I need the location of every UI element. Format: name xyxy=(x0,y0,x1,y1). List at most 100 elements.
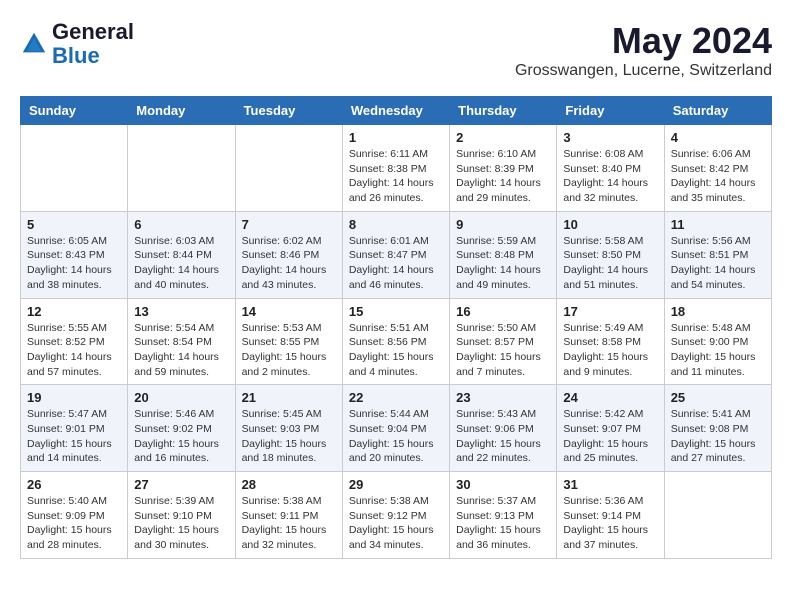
day-info: Sunrise: 5:38 AM Sunset: 9:12 PM Dayligh… xyxy=(349,494,443,553)
day-info: Sunrise: 6:01 AM Sunset: 8:47 PM Dayligh… xyxy=(349,234,443,293)
day-info: Sunrise: 5:58 AM Sunset: 8:50 PM Dayligh… xyxy=(563,234,657,293)
day-cell: 15 Sunrise: 5:51 AM Sunset: 8:56 PM Dayli… xyxy=(342,298,449,385)
day-number: 9 xyxy=(456,217,550,232)
day-cell: 13Sunrise: 5:54 AM Sunset: 8:54 PM Dayli… xyxy=(128,298,235,385)
logo-icon xyxy=(20,30,48,58)
day-cell: 27Sunrise: 5:39 AM Sunset: 9:10 PM Dayli… xyxy=(128,472,235,559)
col-header-tuesday: Tuesday xyxy=(235,97,342,125)
title-area: May 2024 Grosswangen, Lucerne, Switzerla… xyxy=(515,20,772,80)
day-info: Sunrise: 5:41 AM Sunset: 9:08 PM Dayligh… xyxy=(671,407,765,466)
calendar-table: SundayMondayTuesdayWednesdayThursdayFrid… xyxy=(20,96,772,559)
day-cell: 24 Sunrise: 5:42 AM Sunset: 9:07 PM Dayli… xyxy=(557,385,664,472)
day-info: Sunrise: 5:40 AM Sunset: 9:09 PM Dayligh… xyxy=(27,494,121,553)
day-info: Sunrise: 5:36 AM Sunset: 9:14 PM Dayligh… xyxy=(563,494,657,553)
day-cell: 25 Sunrise: 5:41 AM Sunset: 9:08 PM Dayli… xyxy=(664,385,771,472)
location-title: Grosswangen, Lucerne, Switzerland xyxy=(515,62,772,80)
day-number: 22 xyxy=(349,390,443,405)
day-cell xyxy=(235,125,342,212)
week-row-4: 19 Sunrise: 5:47 AM Sunset: 9:01 PM Dayli… xyxy=(21,385,772,472)
day-cell: 23Sunrise: 5:43 AM Sunset: 9:06 PM Dayli… xyxy=(450,385,557,472)
day-cell xyxy=(664,472,771,559)
day-number: 16 xyxy=(456,304,550,319)
day-cell: 31 Sunrise: 5:36 AM Sunset: 9:14 PM Dayli… xyxy=(557,472,664,559)
day-cell: 11 Sunrise: 5:56 AM Sunset: 8:51 PM Dayli… xyxy=(664,211,771,298)
logo-general: General xyxy=(52,19,134,44)
day-number: 26 xyxy=(27,477,121,492)
day-number: 14 xyxy=(242,304,336,319)
day-info: Sunrise: 5:42 AM Sunset: 9:07 PM Dayligh… xyxy=(563,407,657,466)
day-number: 21 xyxy=(242,390,336,405)
day-cell: 22 Sunrise: 5:44 AM Sunset: 9:04 PM Dayli… xyxy=(342,385,449,472)
logo: General Blue xyxy=(20,20,134,68)
day-number: 17 xyxy=(563,304,657,319)
day-number: 12 xyxy=(27,304,121,319)
header: General Blue May 2024 Grosswangen, Lucer… xyxy=(20,20,772,80)
day-cell: 1 Sunrise: 6:11 AM Sunset: 8:38 PM Daylig… xyxy=(342,125,449,212)
week-row-2: 5 Sunrise: 6:05 AM Sunset: 8:43 PM Daylig… xyxy=(21,211,772,298)
logo-blue-text: Blue xyxy=(52,43,100,68)
day-cell: 6Sunrise: 6:03 AM Sunset: 8:44 PM Daylig… xyxy=(128,211,235,298)
day-number: 8 xyxy=(349,217,443,232)
col-header-friday: Friday xyxy=(557,97,664,125)
col-header-thursday: Thursday xyxy=(450,97,557,125)
day-number: 4 xyxy=(671,130,765,145)
col-header-sunday: Sunday xyxy=(21,97,128,125)
day-number: 13 xyxy=(134,304,228,319)
logo-text-general: General xyxy=(52,20,134,44)
day-cell: 28Sunrise: 5:38 AM Sunset: 9:11 PM Dayli… xyxy=(235,472,342,559)
day-number: 18 xyxy=(671,304,765,319)
day-info: Sunrise: 6:02 AM Sunset: 8:46 PM Dayligh… xyxy=(242,234,336,293)
day-cell: 5 Sunrise: 6:05 AM Sunset: 8:43 PM Daylig… xyxy=(21,211,128,298)
day-info: Sunrise: 5:47 AM Sunset: 9:01 PM Dayligh… xyxy=(27,407,121,466)
day-number: 11 xyxy=(671,217,765,232)
day-info: Sunrise: 5:51 AM Sunset: 8:56 PM Dayligh… xyxy=(349,321,443,380)
day-info: Sunrise: 6:11 AM Sunset: 8:38 PM Dayligh… xyxy=(349,147,443,206)
day-number: 30 xyxy=(456,477,550,492)
day-cell: 4 Sunrise: 6:06 AM Sunset: 8:42 PM Daylig… xyxy=(664,125,771,212)
day-number: 31 xyxy=(563,477,657,492)
day-info: Sunrise: 6:10 AM Sunset: 8:39 PM Dayligh… xyxy=(456,147,550,206)
day-number: 23 xyxy=(456,390,550,405)
day-number: 7 xyxy=(242,217,336,232)
day-number: 29 xyxy=(349,477,443,492)
col-header-saturday: Saturday xyxy=(664,97,771,125)
day-cell: 12Sunrise: 5:55 AM Sunset: 8:52 PM Dayli… xyxy=(21,298,128,385)
day-info: Sunrise: 6:05 AM Sunset: 8:43 PM Dayligh… xyxy=(27,234,121,293)
day-number: 15 xyxy=(349,304,443,319)
day-number: 2 xyxy=(456,130,550,145)
day-number: 5 xyxy=(27,217,121,232)
day-info: Sunrise: 6:08 AM Sunset: 8:40 PM Dayligh… xyxy=(563,147,657,206)
day-number: 27 xyxy=(134,477,228,492)
day-info: Sunrise: 5:44 AM Sunset: 9:04 PM Dayligh… xyxy=(349,407,443,466)
day-cell: 19 Sunrise: 5:47 AM Sunset: 9:01 PM Dayli… xyxy=(21,385,128,472)
day-cell: 29 Sunrise: 5:38 AM Sunset: 9:12 PM Dayli… xyxy=(342,472,449,559)
day-info: Sunrise: 6:03 AM Sunset: 8:44 PM Dayligh… xyxy=(134,234,228,293)
day-cell: 3Sunrise: 6:08 AM Sunset: 8:40 PM Daylig… xyxy=(557,125,664,212)
day-info: Sunrise: 6:06 AM Sunset: 8:42 PM Dayligh… xyxy=(671,147,765,206)
week-row-5: 26 Sunrise: 5:40 AM Sunset: 9:09 PM Dayli… xyxy=(21,472,772,559)
day-number: 28 xyxy=(242,477,336,492)
day-info: Sunrise: 5:59 AM Sunset: 8:48 PM Dayligh… xyxy=(456,234,550,293)
col-header-wednesday: Wednesday xyxy=(342,97,449,125)
day-cell: 2 Sunrise: 6:10 AM Sunset: 8:39 PM Daylig… xyxy=(450,125,557,212)
col-header-monday: Monday xyxy=(128,97,235,125)
day-cell xyxy=(128,125,235,212)
day-number: 10 xyxy=(563,217,657,232)
day-info: Sunrise: 5:46 AM Sunset: 9:02 PM Dayligh… xyxy=(134,407,228,466)
day-cell: 9 Sunrise: 5:59 AM Sunset: 8:48 PM Daylig… xyxy=(450,211,557,298)
day-cell: 26 Sunrise: 5:40 AM Sunset: 9:09 PM Dayli… xyxy=(21,472,128,559)
month-title: May 2024 xyxy=(515,20,772,62)
day-number: 19 xyxy=(27,390,121,405)
week-row-3: 12Sunrise: 5:55 AM Sunset: 8:52 PM Dayli… xyxy=(21,298,772,385)
day-info: Sunrise: 5:37 AM Sunset: 9:13 PM Dayligh… xyxy=(456,494,550,553)
day-cell: 17 Sunrise: 5:49 AM Sunset: 8:58 PM Dayli… xyxy=(557,298,664,385)
day-number: 25 xyxy=(671,390,765,405)
day-info: Sunrise: 5:49 AM Sunset: 8:58 PM Dayligh… xyxy=(563,321,657,380)
day-info: Sunrise: 5:48 AM Sunset: 9:00 PM Dayligh… xyxy=(671,321,765,380)
day-cell: 18 Sunrise: 5:48 AM Sunset: 9:00 PM Dayli… xyxy=(664,298,771,385)
day-cell: 8 Sunrise: 6:01 AM Sunset: 8:47 PM Daylig… xyxy=(342,211,449,298)
day-number: 24 xyxy=(563,390,657,405)
day-cell: 21Sunrise: 5:45 AM Sunset: 9:03 PM Dayli… xyxy=(235,385,342,472)
day-number: 1 xyxy=(349,130,443,145)
day-info: Sunrise: 5:56 AM Sunset: 8:51 PM Dayligh… xyxy=(671,234,765,293)
